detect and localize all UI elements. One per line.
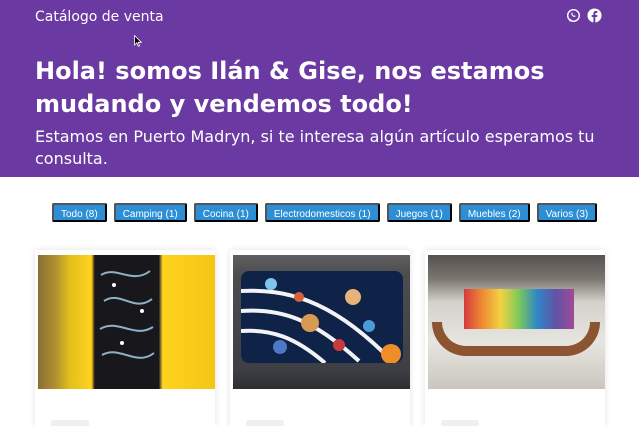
product-card[interactable] xyxy=(425,250,605,426)
hero-headline: Hola! somos Ilán & Gise, nos estamos mud… xyxy=(35,57,545,118)
card-price-placeholder xyxy=(441,420,479,426)
product-image[interactable] xyxy=(233,255,410,389)
card-price-placeholder xyxy=(246,420,284,426)
whatsapp-icon[interactable] xyxy=(566,8,581,23)
filter-varios-button[interactable]: Varios (3) xyxy=(536,203,598,222)
mouse-cursor-icon xyxy=(134,32,143,47)
filter-camping-button[interactable]: Camping (1) xyxy=(113,203,187,222)
wooden-rocker-base xyxy=(432,322,600,356)
site-brand[interactable]: Catálogo de venta xyxy=(35,8,164,26)
filter-electrodomesticos-button[interactable]: Electrodomesticos (1) xyxy=(264,203,380,222)
product-card[interactable] xyxy=(230,250,410,426)
product-card[interactable] xyxy=(35,250,215,426)
category-filter-bar: Todo (8) Camping (1) Cocina (1) Electrod… xyxy=(52,203,598,222)
hero-header: Catálogo de venta Hola! somos Ilán & Gis… xyxy=(0,0,639,177)
facebook-icon[interactable] xyxy=(587,8,602,23)
solar-system-board xyxy=(241,271,403,363)
social-links xyxy=(566,8,602,23)
card-price-placeholder xyxy=(51,420,89,426)
hero-subtitle: Estamos en Puerto Madryn, si te interesa… xyxy=(35,127,595,168)
product-image[interactable] xyxy=(428,255,605,389)
filter-cocina-button[interactable]: Cocina (1) xyxy=(193,203,258,222)
product-image[interactable] xyxy=(38,255,215,389)
filter-juegos-button[interactable]: Juegos (1) xyxy=(386,203,452,222)
filter-todo-button[interactable]: Todo (8) xyxy=(52,203,107,222)
filter-muebles-button[interactable]: Muebles (2) xyxy=(458,203,530,222)
